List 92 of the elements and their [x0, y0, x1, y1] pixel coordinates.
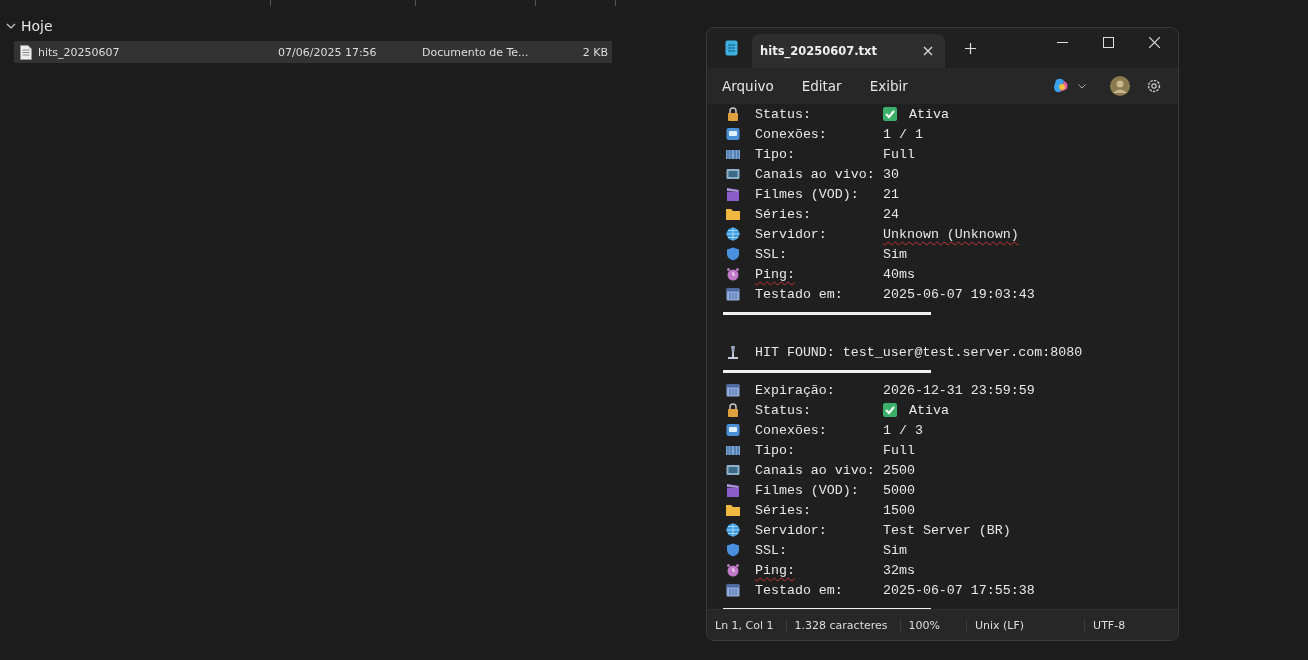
field-value: Full: [883, 146, 915, 162]
field-label: Servidor:: [755, 226, 828, 242]
calendar-icon: [726, 287, 740, 301]
field-value: 2025-06-07 17:55:38: [883, 582, 1035, 598]
menu-item[interactable]: Editar: [801, 78, 842, 94]
folder-icon: [726, 207, 740, 221]
field-label: Ping:: [755, 562, 796, 578]
status-item: Ln 1, Col 1: [707, 618, 787, 632]
field-value: 30: [883, 166, 899, 182]
speech-icon: [726, 127, 740, 141]
field-value: Test Server (BR): [883, 522, 1011, 538]
clapperboard-icon: [726, 483, 740, 497]
status-item: 1.328 caracteres: [786, 618, 901, 632]
file-type: Documento de Te...: [422, 45, 530, 59]
status-item: Unix (LF): [966, 618, 1086, 632]
field-label: Filmes (VOD):: [755, 482, 860, 498]
maximize-icon[interactable]: [1103, 37, 1114, 48]
field-label: Servidor:: [755, 522, 828, 538]
field-label: Canais ao vivo:: [755, 462, 876, 478]
field-label: Tipo:: [755, 442, 796, 458]
field-value: Sim: [883, 246, 907, 262]
calendar-icon: [726, 383, 740, 397]
field-value: 1500: [883, 502, 915, 518]
notepad-icon: [725, 40, 738, 56]
field-label: Testado em:: [755, 286, 844, 302]
calendar-icon: [726, 583, 740, 597]
field-value: 5000: [883, 482, 915, 498]
field-value: Unknown (Unknown): [883, 226, 1019, 242]
field-value: 24: [883, 206, 899, 222]
field-value: Ativa: [909, 402, 949, 418]
chevron-icon[interactable]: [6, 21, 16, 31]
file-date: 07/06/2025 17:56: [278, 45, 378, 59]
lock-icon: [726, 107, 740, 121]
file-tab[interactable]: hits_20250607.txt: [752, 34, 946, 68]
tv-icon: [726, 463, 740, 477]
menu-item[interactable]: Exibir: [869, 78, 908, 94]
folder-icon: [726, 503, 740, 517]
field-value: 21: [883, 186, 899, 202]
tab-title: hits_20250607.txt: [760, 44, 878, 58]
field-label: SSL:: [755, 246, 788, 262]
field-value: Sim: [883, 542, 907, 558]
status-item: UTF-8: [1092, 618, 1127, 632]
tv-icon: [726, 167, 740, 181]
field-value: 2500: [883, 462, 915, 478]
field-label: Ping:: [755, 266, 796, 282]
close-tab-icon[interactable]: [923, 46, 934, 56]
close-icon[interactable]: [1149, 37, 1160, 48]
film-icon: [726, 147, 740, 161]
field-value: 1 / 3: [883, 422, 923, 438]
field-label: Expiração:: [755, 382, 836, 398]
file-size: 2 KB: [582, 45, 608, 59]
field-label: Séries:: [755, 206, 812, 222]
copilot-icon[interactable]: [1052, 78, 1070, 94]
speech-icon: [726, 423, 740, 437]
shield-icon: [726, 543, 740, 557]
field-label: Tipo:: [755, 146, 796, 162]
hit-heading: HIT FOUND: test_user@test.server.com:8080: [755, 344, 1083, 360]
field-value: Ativa: [909, 106, 949, 122]
alarm-clock-icon: [726, 267, 740, 281]
settings-icon[interactable]: [1146, 78, 1162, 94]
shield-icon: [726, 247, 740, 261]
field-label: Status:: [755, 106, 812, 122]
field-label: Filmes (VOD):: [755, 186, 860, 202]
clapperboard-icon: [726, 187, 740, 201]
globe-icon: [726, 227, 740, 241]
film-icon: [726, 443, 740, 457]
field-value: 2025-06-07 19:03:43: [883, 286, 1035, 302]
file-name: hits_20250607: [38, 45, 121, 59]
field-value: Full: [883, 442, 915, 458]
field-value: 2026-12-31 23:59:59: [883, 382, 1035, 398]
document-icon: [20, 44, 32, 60]
group-header[interactable]: Hoje: [21, 18, 53, 34]
new-tab-icon[interactable]: [965, 42, 977, 54]
field-label: Conexões:: [755, 126, 828, 142]
field-label: Conexões:: [755, 422, 828, 438]
field-label: Testado em:: [755, 582, 844, 598]
field-value: 40ms: [883, 266, 915, 282]
field-label: Séries:: [755, 502, 812, 518]
menu-item[interactable]: Arquivo: [722, 78, 774, 94]
status-item: 100%: [900, 618, 967, 632]
lock-icon: [726, 403, 740, 417]
field-label: Status:: [755, 402, 812, 418]
file-row[interactable]: hits_20250607 07/06/2025 17:56 Documento de Te... 2 KB: [14, 41, 612, 63]
dropdown-caret-icon[interactable]: [1078, 83, 1086, 89]
globe-icon: [726, 523, 740, 537]
alarm-clock-icon: [726, 563, 740, 577]
field-value: 1 / 1: [883, 126, 923, 142]
avatar-icon[interactable]: [1110, 76, 1130, 96]
field-label: Canais ao vivo:: [755, 166, 876, 182]
microscope-icon: [726, 345, 740, 359]
field-label: SSL:: [755, 542, 788, 558]
field-value: 32ms: [883, 562, 915, 578]
